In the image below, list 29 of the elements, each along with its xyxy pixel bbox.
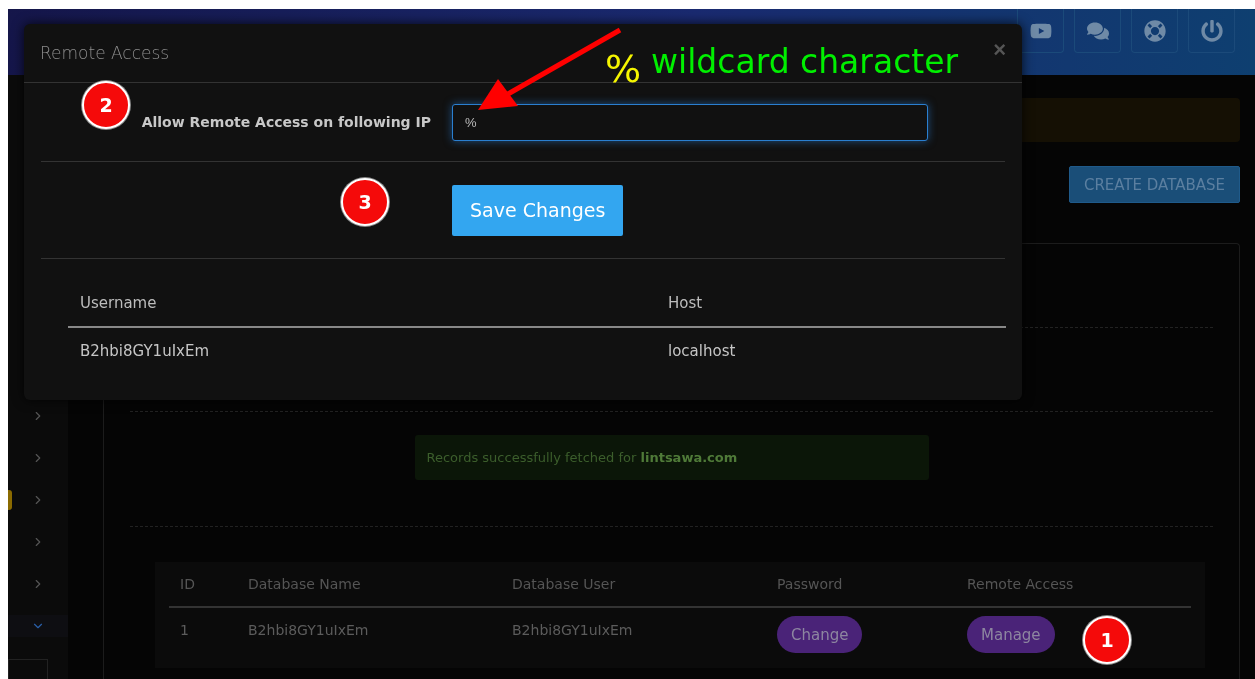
percent-symbol: % [605, 47, 642, 91]
close-button[interactable]: × [993, 37, 1006, 63]
annotation-text: wildcard character [651, 42, 959, 81]
column-header: Database Name [248, 576, 362, 592]
table-cell-text: B2hbi8GY1uIxEm [512, 621, 634, 638]
ip-label: Allow Remote Access on following IP [141, 114, 431, 130]
column-header: Host [668, 293, 704, 312]
save-changes-button[interactable]: Save Changes [452, 184, 624, 236]
change-password-button[interactable]: Change [777, 616, 863, 653]
column-header: Database User [512, 576, 617, 592]
create-database-button[interactable]: CREATE DATABASE [1068, 166, 1240, 203]
power-button[interactable] [1188, 9, 1235, 53]
support-button[interactable] [1131, 9, 1178, 53]
table-cell-text: B2hbi8GY1uIxEm [80, 342, 211, 360]
column-header: Username [80, 293, 158, 312]
power-icon [1200, 19, 1223, 42]
ip-input-field[interactable]: % [452, 103, 928, 141]
table-cell-text: localhost [668, 342, 737, 360]
manage-button[interactable]: Manage [967, 616, 1055, 653]
column-header: ID [180, 576, 196, 592]
column-header: Password [777, 576, 844, 592]
lifebuoy-icon [1143, 19, 1166, 42]
column-header: Remote Access [967, 576, 1075, 592]
table-cell-text: 1 [180, 621, 190, 638]
success-notice: Records successfully fetched for lintsawa.com [414, 435, 929, 480]
sidebar-marker [8, 490, 12, 510]
chat-button[interactable] [1074, 9, 1121, 53]
dialog-title: Remote Access [40, 43, 170, 63]
table-cell-text: B2hbi8GY1uIxEm [248, 621, 370, 638]
